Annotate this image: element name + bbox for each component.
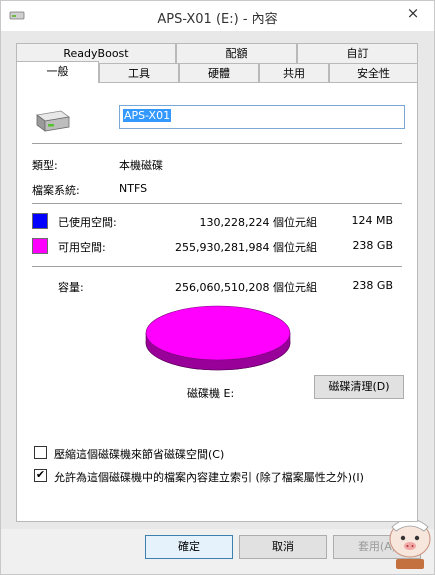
divider: [32, 143, 402, 144]
properties-window: APS-X01 (E:) - 內容 × ReadyBoost 配額 自訂 一般 …: [0, 0, 435, 575]
tab-general[interactable]: 一般: [16, 61, 99, 83]
free-space-size: 238 GB: [352, 239, 393, 252]
used-space-swatch: [32, 213, 48, 229]
used-space-size: 124 MB: [351, 214, 393, 227]
used-space-label: 已使用空間:: [58, 216, 117, 229]
tab-readyboost[interactable]: ReadyBoost: [16, 43, 176, 63]
type-value: 本機磁碟: [119, 159, 163, 172]
mascot-watermark-icon: [389, 518, 431, 569]
drive-name-selection: APS-X01: [123, 109, 172, 122]
used-space-bytes: 130,228,224 個位元組: [199, 216, 317, 229]
drive-name-input[interactable]: APS-X01: [119, 105, 405, 129]
title-bar: APS-X01 (E:) - 內容 ×: [1, 1, 434, 31]
tab-hardware[interactable]: 硬體: [179, 63, 259, 83]
divider: [32, 203, 402, 204]
divider: [32, 266, 402, 267]
filesystem-label: 檔案系統:: [32, 184, 80, 197]
capacity-size: 238 GB: [352, 279, 393, 292]
window-title: APS-X01 (E:) - 內容: [157, 12, 278, 27]
capacity-bytes: 256,060,510,208 個位元組: [175, 281, 317, 294]
disk-cleanup-button[interactable]: 磁碟清理(D): [314, 375, 404, 399]
pie-free-slice: [145, 305, 291, 361]
cancel-button[interactable]: 取消: [239, 535, 327, 559]
capacity-label: 容量:: [58, 281, 84, 294]
free-space-swatch: [32, 238, 48, 254]
drive-icon: [36, 110, 70, 132]
compress-label: 壓縮這個磁碟機來節省磁碟空間(C): [54, 448, 225, 461]
filesystem-value: NTFS: [119, 182, 148, 195]
drive-letter-label: 磁碟機 E:: [187, 387, 235, 400]
tab-security[interactable]: 安全性: [329, 63, 418, 83]
general-tab-panel: APS-X01 類型: 本機磁碟 檔案系統: NTFS 已使用空間: 130,2…: [16, 82, 418, 522]
close-icon[interactable]: ×: [402, 3, 424, 23]
tab-tools[interactable]: 工具: [99, 63, 179, 83]
type-label: 類型:: [32, 159, 58, 172]
tab-sharing[interactable]: 共用: [259, 63, 329, 83]
free-space-label: 可用空間:: [58, 241, 106, 254]
free-space-bytes: 255,930,281,984 個位元組: [175, 241, 317, 254]
tab-customize[interactable]: 自訂: [297, 43, 418, 63]
index-checkbox[interactable]: ✔: [34, 469, 47, 482]
index-label: 允許為這個磁碟機中的檔案內容建立索引 (除了檔案屬性之外)(I): [54, 471, 364, 484]
compress-checkbox[interactable]: [34, 446, 47, 459]
disk-usage-pie-chart: [145, 305, 291, 371]
ok-button[interactable]: 確定: [145, 535, 233, 559]
tab-quota[interactable]: 配額: [176, 43, 297, 63]
